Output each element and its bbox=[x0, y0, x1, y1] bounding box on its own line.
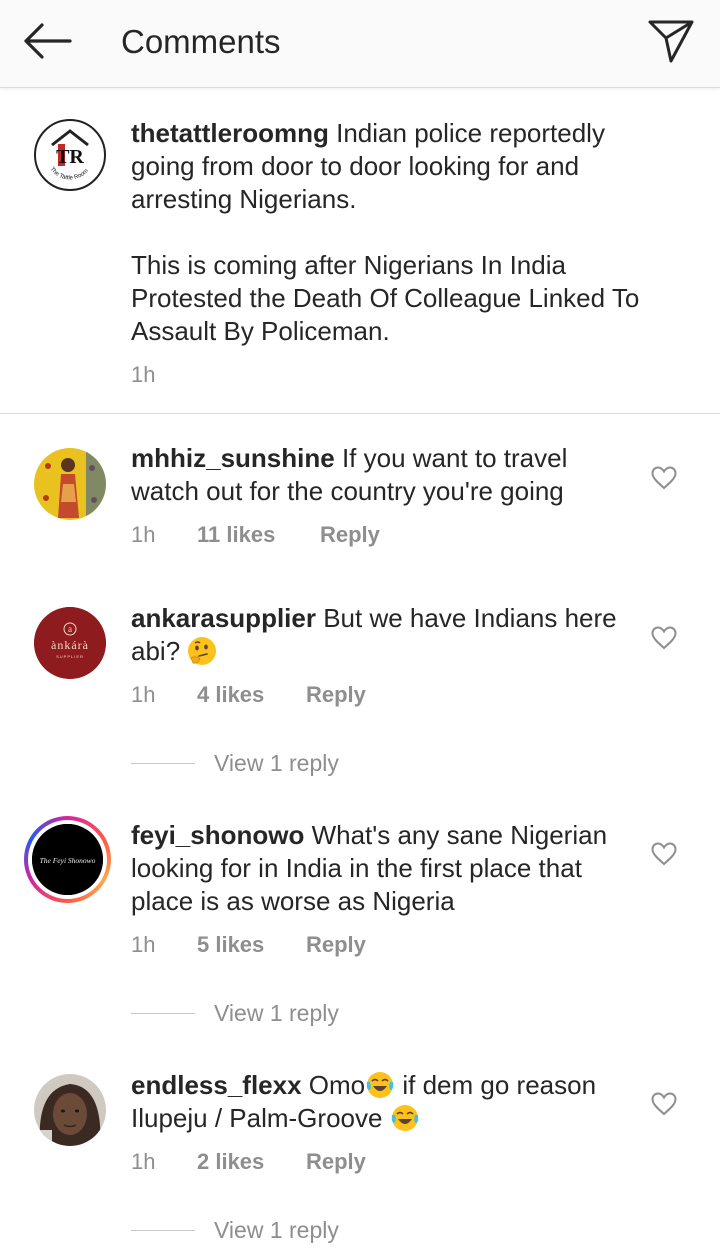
comment-time: 1h bbox=[131, 1149, 156, 1174]
divider bbox=[131, 1230, 195, 1231]
caption-meta: 1h bbox=[131, 362, 197, 388]
comment-item: mhhiz_sunshine If you want to travel wat… bbox=[0, 414, 720, 574]
svg-text:TR: TR bbox=[56, 146, 84, 168]
comment-time: 1h bbox=[131, 932, 156, 957]
page-title: Comments bbox=[121, 23, 281, 60]
svg-text:ànkárà: ànkárà bbox=[51, 638, 89, 652]
top-bar: Comments bbox=[0, 0, 720, 88]
caption-time: 1h bbox=[131, 362, 156, 387]
view-replies-label[interactable]: View 1 reply bbox=[214, 1000, 339, 1027]
comment-meta: 1h 5 likes Reply bbox=[131, 932, 366, 958]
reply-button[interactable]: Reply bbox=[306, 1149, 366, 1175]
like-heart-icon[interactable] bbox=[651, 626, 677, 650]
reply-button[interactable]: Reply bbox=[306, 682, 366, 708]
divider bbox=[131, 763, 195, 764]
post-caption: TR The Tattle Room thetattleroomng India… bbox=[0, 88, 720, 414]
paper-plane-icon bbox=[648, 20, 694, 63]
avatar: The Feyi Shonowo bbox=[32, 824, 103, 895]
comment-username[interactable]: endless_flexx bbox=[131, 1070, 302, 1100]
comment-text: mhhiz_sunshine If you want to travel wat… bbox=[131, 442, 641, 508]
avatar[interactable]: TR The Tattle Room bbox=[34, 119, 106, 191]
divider bbox=[131, 1013, 195, 1014]
comment-text: endless_flexx Omo if dem go reason Ilupe… bbox=[131, 1069, 641, 1135]
feyi-logo: The Feyi Shonowo bbox=[32, 824, 103, 895]
comment-likes[interactable]: 4 likes bbox=[197, 682, 306, 708]
comment-time: 1h bbox=[131, 522, 156, 547]
comment-username[interactable]: feyi_shonowo bbox=[131, 820, 304, 850]
comment-meta: 1h 11 likes Reply bbox=[131, 522, 380, 548]
comment-item: endless_flexx Omo if dem go reason Ilupe… bbox=[0, 1054, 720, 1250]
arrow-left-icon bbox=[24, 23, 72, 59]
avatar-photo bbox=[34, 448, 106, 520]
tattleroom-logo: TR The Tattle Room bbox=[49, 129, 90, 181]
reply-button[interactable]: Reply bbox=[320, 522, 380, 548]
like-heart-icon[interactable] bbox=[651, 466, 677, 490]
view-replies-label[interactable]: View 1 reply bbox=[214, 750, 339, 777]
comment-username[interactable]: mhhiz_sunshine bbox=[131, 443, 335, 473]
comment-meta: 1h 2 likes Reply bbox=[131, 1149, 366, 1175]
comment-text: ankarasupplier But we have Indians here … bbox=[131, 602, 641, 668]
comment-text: feyi_shonowo What's any sane Nigerian lo… bbox=[131, 819, 641, 918]
share-button[interactable] bbox=[644, 14, 698, 68]
comment-likes[interactable]: 5 likes bbox=[197, 932, 306, 958]
story-ring[interactable]: The Feyi Shonowo bbox=[24, 816, 111, 903]
comment-likes[interactable]: 2 likes bbox=[197, 1149, 306, 1175]
svg-text:The Feyi Shonowo: The Feyi Shonowo bbox=[40, 856, 96, 865]
avatar[interactable]: a ànkárà SUPPLIER bbox=[34, 607, 106, 679]
view-replies-button[interactable]: View 1 reply bbox=[131, 1217, 339, 1244]
tears-of-joy-emoji-icon bbox=[366, 1072, 394, 1098]
tears-of-joy-emoji-icon bbox=[391, 1105, 418, 1131]
comment-time: 1h bbox=[131, 682, 156, 707]
avatar[interactable] bbox=[34, 448, 106, 520]
like-heart-icon[interactable] bbox=[651, 842, 677, 866]
caption-username[interactable]: thetattleroomng bbox=[131, 118, 329, 148]
caption-text: thetattleroomng Indian police reportedly… bbox=[131, 117, 641, 348]
comment-body-1: Omo bbox=[308, 1070, 366, 1100]
svg-text:SUPPLIER: SUPPLIER bbox=[56, 654, 84, 659]
comment-likes[interactable]: 11 likes bbox=[197, 522, 320, 548]
comment-meta: 1h 4 likes Reply bbox=[131, 682, 366, 708]
view-replies-button[interactable]: View 1 reply bbox=[131, 1000, 339, 1027]
comment-item: a ànkárà SUPPLIER ankarasupplier But we … bbox=[0, 574, 720, 804]
svg-text:a: a bbox=[68, 624, 72, 634]
thinking-face-emoji-icon bbox=[188, 637, 217, 665]
reply-button[interactable]: Reply bbox=[306, 932, 366, 958]
view-replies-label[interactable]: View 1 reply bbox=[214, 1217, 339, 1244]
avatar[interactable] bbox=[34, 1074, 106, 1146]
caption-body-2: This is coming after Nigerians In India … bbox=[131, 250, 640, 346]
svg-text:The Tattle Room: The Tattle Room bbox=[49, 166, 90, 181]
comment-item: The Feyi Shonowo feyi_shonowo What's any… bbox=[0, 804, 720, 1054]
like-heart-icon[interactable] bbox=[651, 1092, 677, 1116]
view-replies-button[interactable]: View 1 reply bbox=[131, 750, 339, 777]
ankara-logo: a ànkárà SUPPLIER bbox=[34, 607, 106, 679]
back-button[interactable] bbox=[18, 18, 76, 64]
comment-username[interactable]: ankarasupplier bbox=[131, 603, 316, 633]
avatar-photo bbox=[34, 1074, 106, 1146]
